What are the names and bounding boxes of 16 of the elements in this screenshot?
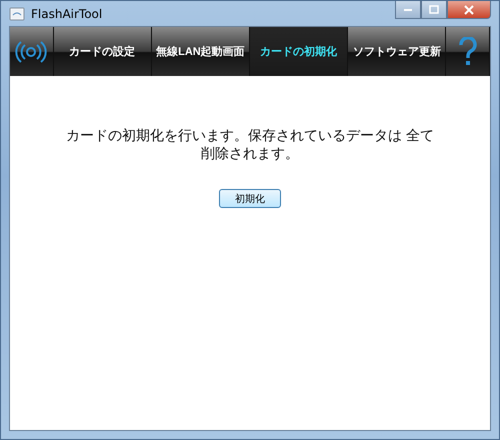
maximize-icon [429,5,439,14]
help-icon[interactable] [446,27,490,76]
close-button[interactable] [447,1,491,19]
tab[interactable]: カードの設定 [54,27,152,76]
message-text: カードの初期化を行います。保存されているデータは 全て [66,128,434,146]
minimize-button[interactable] [395,1,421,19]
tab[interactable]: ソフトウェア更新 [348,27,446,76]
tab[interactable]: カードの初期化 [250,27,348,76]
message-text: 削除されます。 [200,146,299,163]
window-title: FlashAirTool [31,6,102,20]
maximize-button[interactable] [421,1,447,19]
wireless-icon[interactable] [10,27,54,76]
initialize-button[interactable]: 初期化 [219,189,281,208]
close-icon [463,4,475,14]
tab[interactable]: 無線LAN起動画面 [152,27,250,76]
app-icon [9,6,25,22]
